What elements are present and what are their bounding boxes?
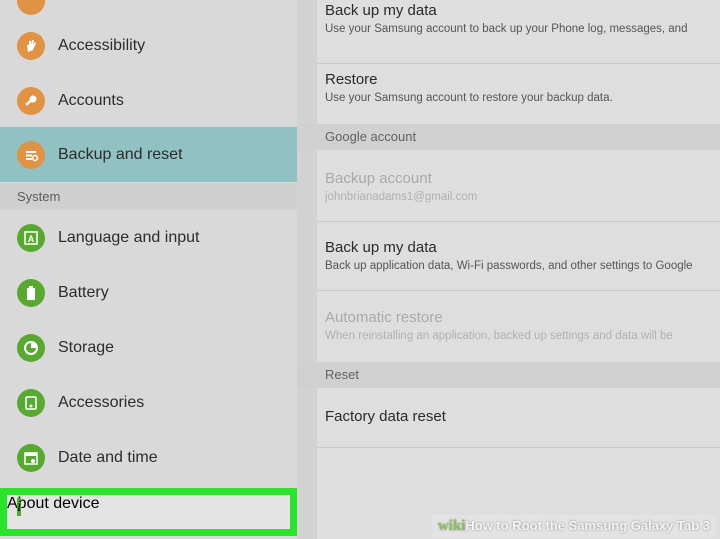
backup-reset-pane: Back up my data Use your Samsung account… bbox=[297, 0, 720, 539]
sidebar-item-backup-reset[interactable]: Backup and reset bbox=[0, 127, 297, 182]
sidebar-item-language[interactable]: A Language and input bbox=[0, 210, 297, 265]
setting-title: Factory data reset bbox=[325, 408, 446, 425]
setting-automatic-restore[interactable]: Automatic restore When reinstalling an a… bbox=[317, 309, 720, 361]
setting-subtitle: Back up application data, Wi-Fi password… bbox=[325, 260, 693, 272]
battery-icon bbox=[17, 278, 45, 307]
setting-factory-data-reset[interactable]: Factory data reset bbox=[317, 408, 720, 448]
setting-back-up-my-data-samsung[interactable]: Back up my data Use your Samsung account… bbox=[317, 2, 720, 64]
sidebar-item-label: Accessibility bbox=[58, 36, 146, 54]
setting-restore[interactable]: Restore Use your Samsung account to rest… bbox=[317, 71, 720, 124]
setting-title: Back up my data bbox=[325, 2, 437, 19]
sidebar-item-label: Battery bbox=[58, 283, 109, 301]
sidebar-item-battery[interactable]: Battery bbox=[0, 265, 297, 320]
calendar-icon bbox=[17, 443, 45, 472]
sidebar-item-label: Date and time bbox=[58, 448, 158, 466]
watermark-brand: wiki bbox=[437, 518, 466, 534]
sidebar-item-accessories[interactable]: Accessories bbox=[0, 375, 297, 430]
setting-subtitle: Use your Samsung account to back up your… bbox=[325, 23, 688, 35]
wikihow-watermark: wikiHow to Root the Samsung Galaxy Tab 3 bbox=[431, 515, 716, 537]
settings-sidebar: Accessibility Accounts Backup and reset … bbox=[0, 0, 297, 539]
sidebar-item-accounts[interactable]: Accounts bbox=[0, 73, 297, 128]
watermark-bold: How bbox=[465, 518, 493, 533]
sidebar-item-label: Backup and reset bbox=[58, 145, 183, 163]
info-icon: i bbox=[17, 498, 22, 516]
sidebar-item-label: Accessories bbox=[58, 393, 145, 411]
setting-title: Automatic restore bbox=[325, 309, 443, 326]
sidebar-item-about-device[interactable]: i About device bbox=[0, 488, 297, 536]
setting-subtitle: johnbrianadams1@gmail.com bbox=[325, 191, 478, 203]
partial-icon bbox=[17, 0, 45, 15]
sidebar-item-date-time[interactable]: Date and time bbox=[0, 430, 297, 485]
section-header-google-account: Google account bbox=[297, 124, 720, 150]
sidebar-item-label: Accounts bbox=[58, 91, 124, 109]
setting-title: Back up my data bbox=[325, 239, 437, 256]
setting-subtitle: Use your Samsung account to restore your… bbox=[325, 92, 613, 104]
setting-title: Restore bbox=[325, 71, 378, 88]
svg-text:A: A bbox=[28, 234, 35, 244]
backup-icon bbox=[17, 140, 45, 169]
info-glyph: i bbox=[17, 498, 22, 515]
setting-backup-account[interactable]: Backup account johnbrianadams1@gmail.com bbox=[317, 170, 720, 222]
hand-icon bbox=[17, 31, 45, 60]
pane-divider bbox=[297, 0, 317, 539]
section-header-system: System bbox=[0, 183, 297, 210]
key-icon bbox=[17, 86, 45, 115]
setting-subtitle: When reinstalling an application, backed… bbox=[325, 330, 673, 342]
sidebar-item-label: Storage bbox=[58, 338, 115, 356]
sidebar-item-label: Language and input bbox=[58, 228, 200, 246]
sidebar-item-accessibility[interactable]: Accessibility bbox=[0, 18, 297, 73]
setting-title: Backup account bbox=[325, 170, 432, 187]
section-header-reset: Reset bbox=[297, 362, 720, 388]
sidebar-item-storage[interactable]: Storage bbox=[0, 320, 297, 375]
storage-icon bbox=[17, 333, 45, 362]
language-icon: A bbox=[17, 223, 45, 252]
watermark-text: to Root the Samsung Galaxy Tab 3 bbox=[492, 518, 710, 533]
setting-back-up-my-data-google[interactable]: Back up my data Back up application data… bbox=[317, 239, 720, 291]
accessories-icon bbox=[17, 388, 45, 417]
